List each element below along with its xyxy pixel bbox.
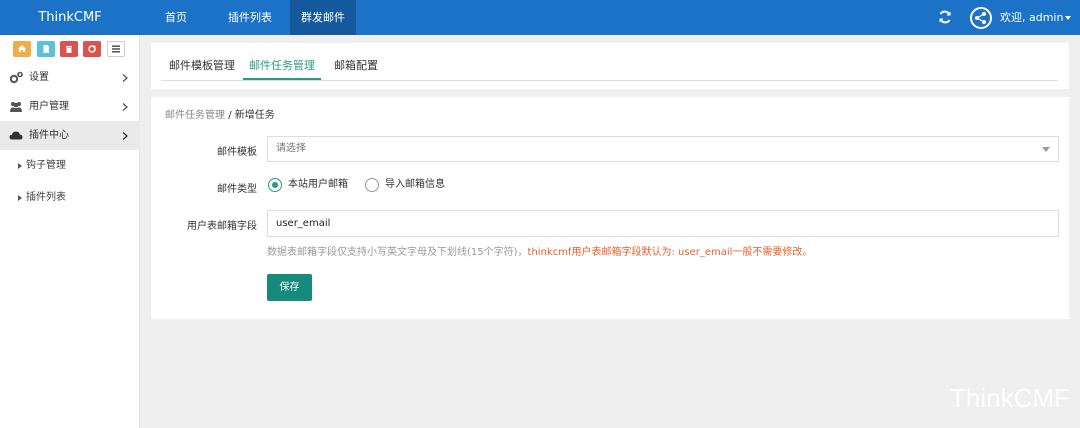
sidebar-subitem-hook-management[interactable]: 钩子管理 <box>0 151 140 181</box>
import-email-radio[interactable] <box>365 178 379 192</box>
sidebar: 设置 用户管理 插件中心 钩子管理 插件列表 <box>0 35 140 428</box>
chevron-down-icon <box>1042 147 1050 152</box>
top-navbar: ThinkCMF 首页 插件列表 群发邮件 欢迎, admin <box>0 0 1080 35</box>
template-select-placeholder: 请选择 <box>276 143 306 154</box>
chevron-right-icon <box>122 132 128 140</box>
chevron-down-icon <box>1065 16 1072 20</box>
trash-shortcut-button[interactable] <box>60 41 78 57</box>
breadcrumb-current: / 新增任务 <box>228 110 275 121</box>
nav-item-home[interactable]: 首页 <box>150 0 202 35</box>
tabs-panel: 邮件模板管理 邮件任务管理 邮箱配置 <box>151 43 1069 89</box>
file-shortcut-button[interactable] <box>37 41 55 57</box>
nav-item-mass-mail[interactable]: 群发邮件 <box>290 0 356 35</box>
user-menu[interactable]: 欢迎, admin <box>1000 0 1072 35</box>
help-text-default: thinkcmf用户表邮箱字段默认为: user_email一般不需要修改。 <box>527 247 813 258</box>
gears-icon <box>9 71 23 84</box>
sidebar-item-label: 用户管理 <box>29 101 69 112</box>
welcome-text: 欢迎, admin <box>1000 11 1064 24</box>
save-button[interactable]: 保存 <box>267 274 312 301</box>
sidebar-subitem-label: 钩子管理 <box>26 160 66 171</box>
email-field-label: 用户表邮箱字段 <box>187 221 257 232</box>
home-icon <box>18 45 26 52</box>
sidebar-item-user-management[interactable]: 用户管理 <box>0 92 140 121</box>
site-user-email-label[interactable]: 本站用户邮箱 <box>288 178 348 192</box>
nav-item-plugin-list[interactable]: 插件列表 <box>218 0 282 35</box>
help-text: 数据表邮箱字段仅支持小写英文字母及下划线(15个字符)，thinkcmf用户表邮… <box>267 243 812 258</box>
form-panel: 邮件任务管理 / 新增任务 邮件模板 请选择 邮件类型 本站用户邮箱 导入邮箱信… <box>151 97 1069 319</box>
sidebar-item-plugin-center[interactable]: 插件中心 <box>0 121 140 150</box>
site-user-email-radio[interactable] <box>268 178 282 192</box>
list-shortcut-button[interactable] <box>107 41 125 57</box>
email-field-value: user_email <box>276 218 331 229</box>
sidebar-item-label: 插件中心 <box>29 130 69 141</box>
watermark: ThinkCMF <box>950 383 1070 413</box>
tab-mailbox-config[interactable]: 邮箱配置 <box>329 54 383 80</box>
trash-icon <box>66 46 72 53</box>
avatar[interactable] <box>970 7 992 29</box>
help-text-rule: 数据表邮箱字段仅支持小写英文字母及下划线(15个字符)， <box>267 247 528 258</box>
sidebar-item-settings[interactable]: 设置 <box>0 63 140 92</box>
template-label: 邮件模板 <box>217 147 257 158</box>
import-email-label[interactable]: 导入邮箱信息 <box>385 178 445 192</box>
file-icon <box>43 45 49 53</box>
email-field-input[interactable]: user_email <box>267 210 1059 237</box>
breadcrumb-parent-link[interactable]: 邮件任务管理 <box>165 110 225 121</box>
caret-right-icon <box>18 195 22 201</box>
chevron-right-icon <box>122 103 128 111</box>
chevron-right-icon <box>122 74 128 82</box>
tab-mail-template-management[interactable]: 邮件模板管理 <box>163 54 241 80</box>
sidebar-subitem-plugin-list[interactable]: 插件列表 <box>0 183 140 213</box>
sidebar-item-label: 设置 <box>29 72 49 83</box>
template-select[interactable]: 请选择 <box>267 136 1059 162</box>
sidebar-subitem-label: 插件列表 <box>26 192 66 203</box>
share-icon <box>975 12 986 24</box>
refresh-icon[interactable] <box>938 10 952 24</box>
recycle-icon <box>88 45 96 53</box>
tab-mail-task-management[interactable]: 邮件任务管理 <box>243 54 321 80</box>
list-icon <box>112 45 120 53</box>
recycle-shortcut-button[interactable] <box>83 41 101 57</box>
users-icon <box>10 102 22 112</box>
tabs-divider <box>161 80 1058 81</box>
caret-right-icon <box>18 163 22 169</box>
cloud-icon <box>9 131 23 140</box>
mail-type-label: 邮件类型 <box>217 184 257 195</box>
home-shortcut-button[interactable] <box>13 41 31 57</box>
brand-logo[interactable]: ThinkCMF <box>0 0 140 35</box>
shortcut-bar <box>0 35 140 63</box>
breadcrumb: 邮件任务管理 / 新增任务 <box>165 106 275 121</box>
